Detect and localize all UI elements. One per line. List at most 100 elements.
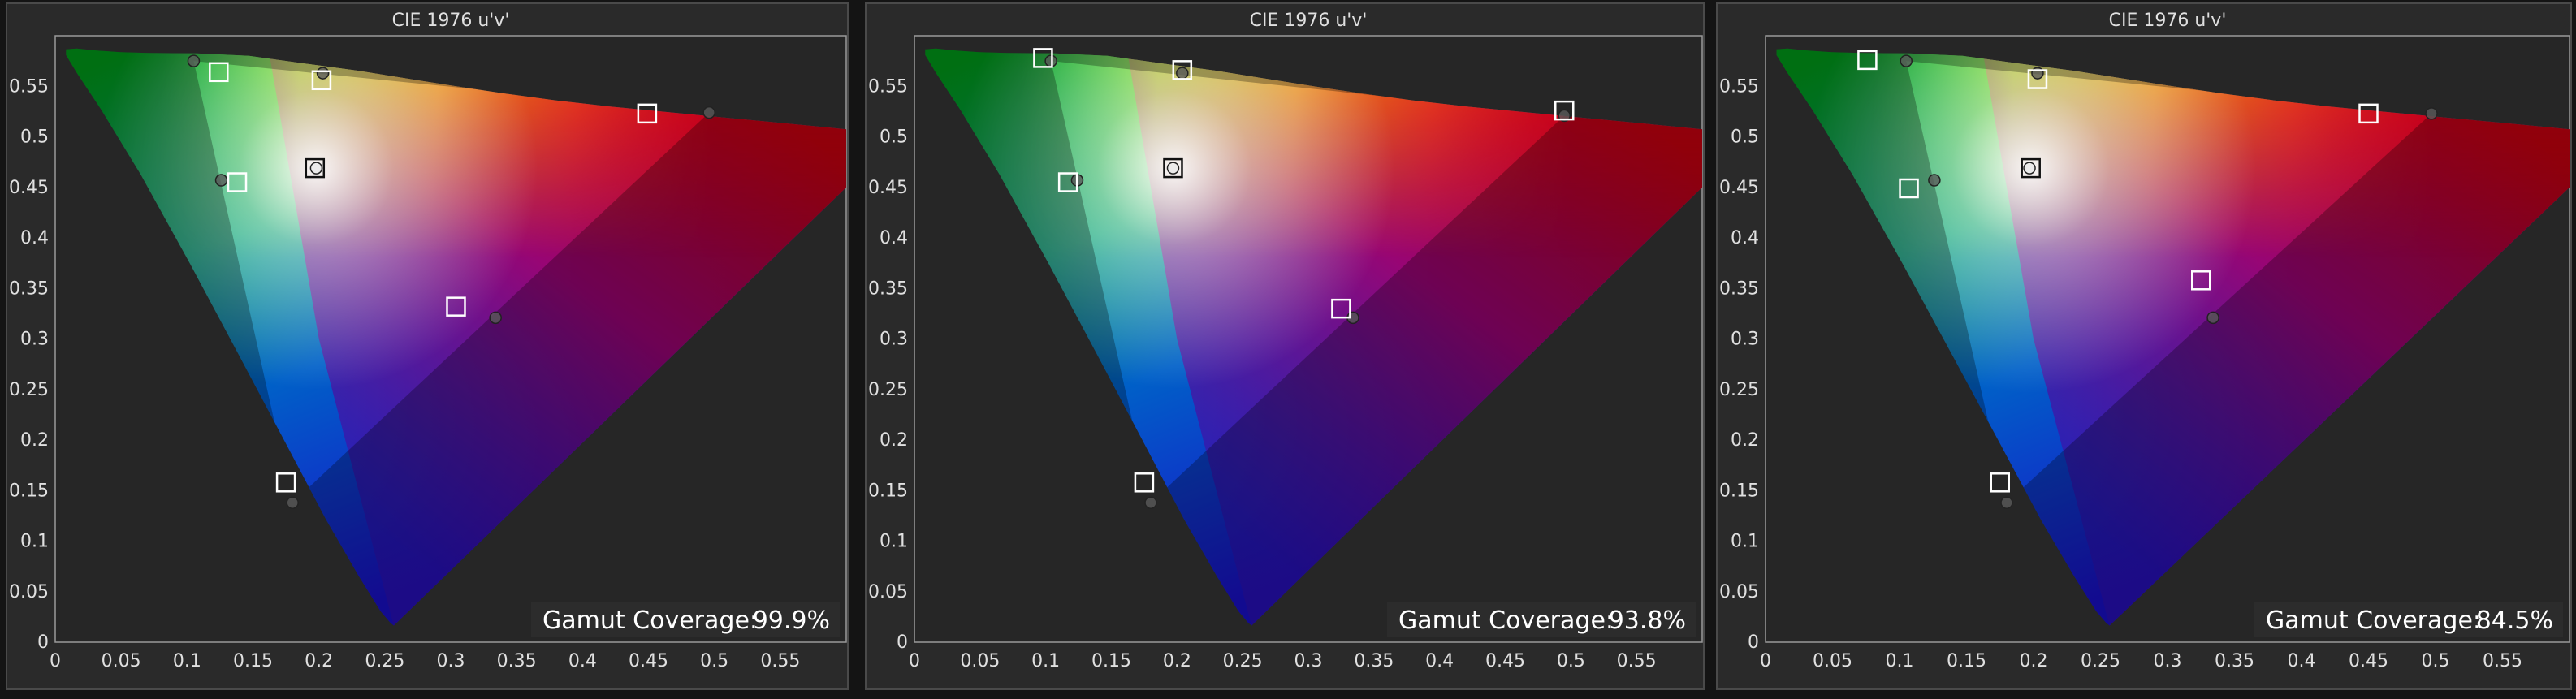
y-tick-label: 0.35	[868, 278, 908, 299]
x-tick-label: 0.15	[1091, 651, 1131, 671]
y-tick-label: 0.35	[1719, 278, 1759, 299]
measured-point	[1176, 67, 1189, 80]
measured-point	[1044, 54, 1057, 67]
measured-point	[316, 67, 330, 80]
gamut-panel-1: 0 0.05 0.1 0.15 0.2 0.25 0.3 0.35 0.4 0.45 0.5 0.55…	[5, 0, 849, 699]
measured-point	[187, 54, 201, 67]
x-tick-label: 0.55	[1617, 651, 1657, 671]
y-tick-label: 0.2	[880, 430, 908, 451]
chart-title: CIE 1976 u'v'	[392, 11, 510, 31]
gamut-comparison: 0 0.05 0.1 0.15 0.2 0.25 0.3 0.35 0.4 0.45 0.5 0.55…	[0, 0, 2576, 699]
y-tick-label: 0.25	[1719, 380, 1759, 400]
x-tick-label: 0.45	[2349, 651, 2388, 671]
y-tick-label: 0.25	[868, 380, 908, 400]
x-tick-label: 0.5	[2422, 651, 2450, 671]
y-tick-label: 0.55	[868, 76, 908, 97]
y-tick-label: 0.2	[1731, 430, 1759, 451]
coverage-value: 93.8%	[1609, 606, 1686, 635]
measured-point	[2206, 311, 2219, 325]
y-tick-label: 0.05	[868, 582, 908, 602]
cie-chart-3: 0 0.05 0.1 0.15 0.2 0.25 0.3 0.35 0.4 0.45 0.5 0.55…	[1716, 2, 2572, 690]
x-tick-label: 0.5	[700, 651, 728, 671]
y-tick-label: 0.1	[1731, 532, 1759, 552]
x-tick-label: 0.55	[760, 651, 800, 671]
y-tick-label: 0.5	[1731, 127, 1759, 148]
x-tick-label: 0.35	[497, 651, 537, 671]
x-tick-label: 0.1	[1031, 651, 1060, 671]
measured-point	[2425, 107, 2438, 120]
x-tick-label: 0.25	[1223, 651, 1263, 671]
x-tick-label: 0.45	[1485, 651, 1525, 671]
measured-point	[309, 162, 323, 175]
gamut-panel-3: 0 0.05 0.1 0.15 0.2 0.25 0.3 0.35 0.4 0.45 0.5 0.55…	[1715, 0, 2573, 699]
x-tick-label: 0.25	[2081, 651, 2120, 671]
x-tick-label: 0.55	[2483, 651, 2522, 671]
x-tick-label: 0.5	[1557, 651, 1585, 671]
y-tick-label: 0.1	[20, 532, 49, 552]
measured-point	[1166, 162, 1180, 175]
x-tick-label: 0.15	[1947, 651, 1986, 671]
gamut-panel-2: 0 0.05 0.1 0.15 0.2 0.25 0.3 0.35 0.4 0.45 0.5 0.55…	[864, 0, 1705, 699]
x-tick-label: 0.3	[2154, 651, 2182, 671]
y-tick-label: 0.55	[9, 76, 49, 97]
y-tick-label: 0.55	[1719, 76, 1759, 97]
x-tick-label: 0.4	[568, 651, 597, 671]
x-tick-label: 0.4	[1425, 651, 1454, 671]
x-tick-label: 0.1	[173, 651, 201, 671]
coverage-value: 99.9%	[753, 606, 830, 635]
y-tick-label: 0.15	[868, 481, 908, 501]
x-tick-label: 0.2	[1163, 651, 1191, 671]
x-tick-label: 0.35	[1354, 651, 1394, 671]
y-tick-label: 0.2	[20, 430, 49, 451]
y-tick-label: 0.45	[9, 178, 49, 198]
x-tick-label: 0	[50, 651, 61, 671]
coverage-label: Gamut Coverage:	[542, 606, 758, 635]
x-tick-label: 0.15	[233, 651, 273, 671]
y-tick-label: 0.15	[1719, 481, 1759, 501]
y-tick-label: 0.5	[880, 127, 908, 148]
x-tick-label: 0.05	[102, 651, 141, 671]
y-tick-label: 0.25	[9, 380, 49, 400]
y-tick-label: 0.3	[1731, 330, 1759, 350]
x-tick-label: 0.2	[305, 651, 333, 671]
cie-chart-1: 0 0.05 0.1 0.15 0.2 0.25 0.3 0.35 0.4 0.45 0.5 0.55…	[6, 2, 849, 690]
y-tick-label: 0	[897, 632, 908, 653]
x-tick-label: 0.3	[437, 651, 465, 671]
x-tick-label: 0.25	[365, 651, 404, 671]
x-tick-label: 0.45	[629, 651, 668, 671]
coverage-label: Gamut Coverage:	[1398, 606, 1614, 635]
y-tick-label: 0.4	[880, 228, 908, 248]
y-tick-label: 0.5	[20, 127, 49, 148]
measured-point	[2023, 162, 2036, 175]
chart-title: CIE 1976 u'v'	[2109, 11, 2227, 31]
coverage-label: Gamut Coverage:	[2266, 606, 2481, 635]
y-tick-label: 0.15	[9, 481, 49, 501]
measured-point	[702, 106, 715, 119]
x-tick-label: 0.05	[1813, 651, 1852, 671]
chart-title: CIE 1976 u'v'	[1250, 11, 1368, 31]
cie-chart-2: 0 0.05 0.1 0.15 0.2 0.25 0.3 0.35 0.4 0.45 0.5 0.55…	[865, 2, 1705, 690]
y-tick-label: 0.45	[868, 178, 908, 198]
y-tick-label: 0.4	[1731, 228, 1759, 248]
measured-point	[2000, 496, 2013, 509]
x-tick-label: 0.3	[1294, 651, 1323, 671]
y-tick-label: 0.1	[880, 532, 908, 552]
x-tick-label: 0.4	[2288, 651, 2316, 671]
x-tick-label: 0.05	[960, 651, 1000, 671]
x-tick-label: 0.35	[2215, 651, 2254, 671]
measured-point	[1144, 496, 1157, 509]
measured-point	[2031, 67, 2044, 80]
y-tick-label: 0.05	[1719, 582, 1759, 602]
coverage-value: 84.5%	[2476, 606, 2553, 635]
x-tick-label: 0.2	[2020, 651, 2048, 671]
y-tick-label: 0.05	[9, 582, 49, 602]
y-tick-label: 0.45	[1719, 178, 1759, 198]
y-tick-label: 0.4	[20, 228, 49, 248]
y-tick-label: 0	[37, 632, 49, 653]
measured-point	[489, 311, 502, 325]
x-tick-label: 0	[1760, 651, 1771, 671]
measured-point	[1900, 54, 1913, 67]
measured-point	[286, 496, 299, 509]
measured-point	[1928, 174, 1941, 187]
y-tick-label: 0.3	[20, 330, 49, 350]
